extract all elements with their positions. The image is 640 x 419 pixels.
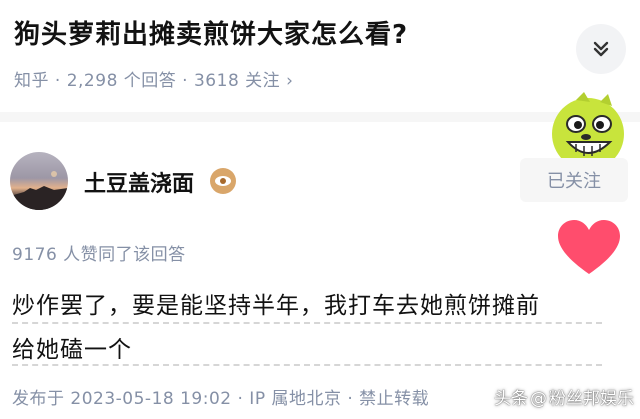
collapse-button[interactable] [576, 24, 626, 74]
watermark-account: 粉丝邦娱乐 [549, 389, 634, 409]
eye-badge-icon [210, 168, 236, 194]
answer-text-line-1: 炒作罢了，要是能坚持半年，我打车去她煎饼摊前 [12, 293, 540, 319]
section-divider [0, 112, 640, 122]
watermark-at: @ [530, 389, 547, 409]
answer-footer: 发布于 2023-05-18 19:02 · IP 属地北京 · 禁止转载 [12, 389, 430, 409]
line-divider [12, 364, 602, 366]
line-divider [12, 322, 602, 324]
author-name[interactable]: 土豆盖浇面 [84, 166, 194, 198]
answer-text-line-2: 给她磕一个 [12, 337, 132, 363]
watermark-source: 头条 [494, 389, 528, 409]
question-title[interactable]: 狗头萝莉出摊卖煎饼大家怎么看? [14, 14, 408, 51]
heart-icon[interactable] [558, 220, 620, 276]
likes-count: 9176 人赞同了该回答 [12, 245, 186, 265]
author-avatar[interactable] [10, 152, 68, 210]
watermark: 头条 @ 粉丝邦娱乐 [494, 384, 634, 409]
question-meta[interactable]: 知乎 · 2,298 个回答 · 3618 关注 › [14, 66, 293, 91]
chevron-down-icon [593, 41, 609, 57]
avatar-landscape-icon [10, 171, 68, 210]
follow-button[interactable]: 已关注 [520, 158, 628, 202]
